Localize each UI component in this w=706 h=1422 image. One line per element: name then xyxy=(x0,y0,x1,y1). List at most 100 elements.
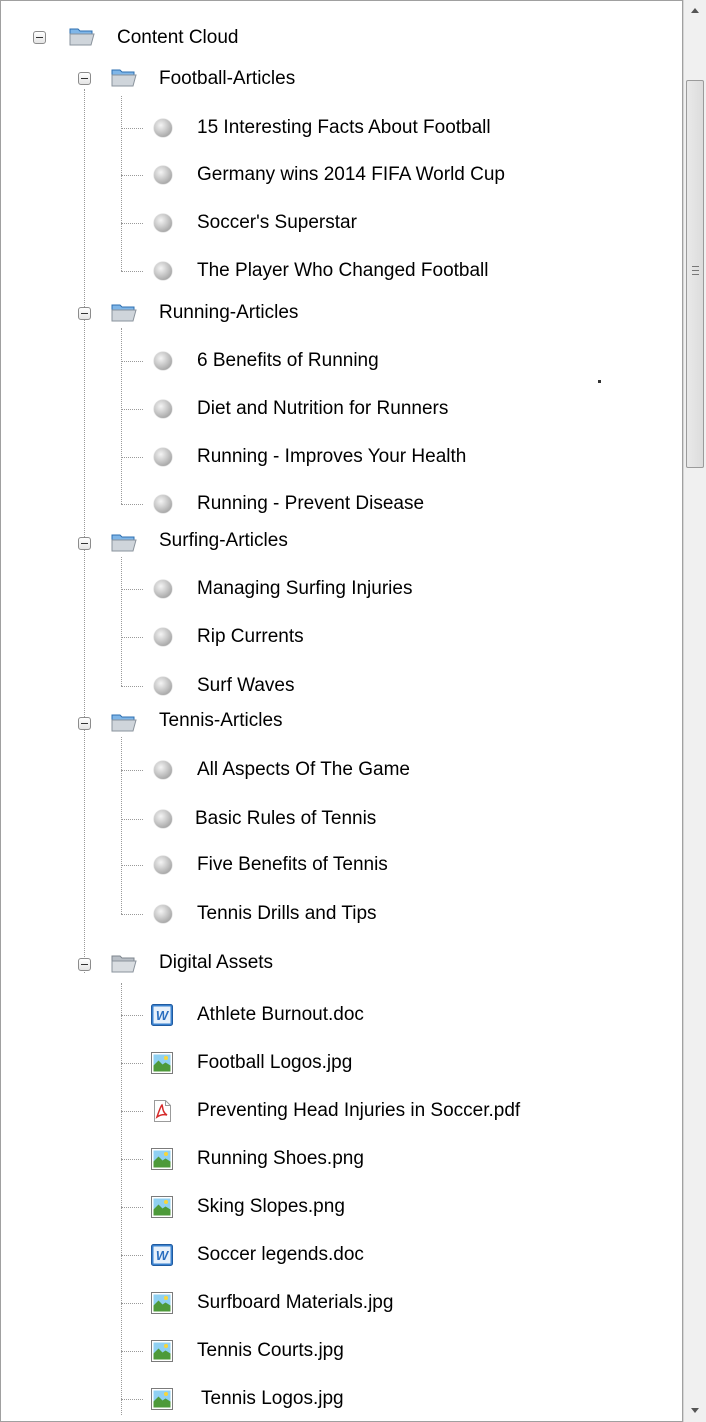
image-file-icon xyxy=(151,1148,173,1170)
asset-item[interactable]: Surfboard Materials.jpg xyxy=(197,1291,393,1315)
tree-connector xyxy=(121,770,143,771)
tree-connector xyxy=(121,1063,143,1064)
tree-node-label[interactable]: Surfing-Articles xyxy=(159,529,288,553)
tree-connector xyxy=(121,128,143,129)
asset-item[interactable]: Preventing Head Injuries in Soccer.pdf xyxy=(197,1099,520,1123)
open-folder-icon xyxy=(69,28,95,46)
article-item[interactable]: Five Benefits of Tennis xyxy=(197,853,388,877)
collapse-toggle[interactable] xyxy=(33,31,46,44)
asset-item[interactable]: Athlete Burnout.doc xyxy=(197,1003,364,1027)
article-bullet-icon xyxy=(154,400,172,418)
tree-connector xyxy=(84,89,85,973)
article-bullet-icon xyxy=(154,166,172,184)
tree-connector xyxy=(121,271,143,272)
open-folder-icon xyxy=(111,304,137,322)
collapse-toggle[interactable] xyxy=(78,958,91,971)
tree-connector xyxy=(121,409,143,410)
tree-connector xyxy=(121,1207,143,1208)
article-item[interactable]: Surf Waves xyxy=(197,674,295,698)
tree-connector xyxy=(121,589,143,590)
tree-connector xyxy=(121,686,143,687)
collapse-toggle[interactable] xyxy=(78,717,91,730)
article-item[interactable]: All Aspects Of The Game xyxy=(197,758,410,782)
article-item[interactable]: The Player Who Changed Football xyxy=(197,259,489,283)
article-bullet-icon xyxy=(154,761,172,779)
tree-node-label[interactable]: Running-Articles xyxy=(159,301,298,325)
article-bullet-icon xyxy=(154,677,172,695)
tree-connector xyxy=(121,1351,143,1352)
tree-connector xyxy=(121,328,122,504)
article-bullet-icon xyxy=(154,119,172,137)
scroll-up-arrow-icon[interactable] xyxy=(684,0,706,22)
tree-node-label[interactable]: Digital Assets xyxy=(159,951,273,975)
article-item[interactable]: Soccer's Superstar xyxy=(197,211,357,235)
open-folder-icon xyxy=(111,714,137,732)
article-bullet-icon xyxy=(154,905,172,923)
tree-connector xyxy=(121,1159,143,1160)
word-doc-icon: W xyxy=(151,1004,173,1026)
article-bullet-icon xyxy=(154,810,172,828)
tree-connector xyxy=(121,637,143,638)
article-bullet-icon xyxy=(154,262,172,280)
tree-connector xyxy=(121,457,143,458)
tree-connector xyxy=(121,96,122,271)
tree-connector xyxy=(121,361,143,362)
article-item[interactable]: Running - Improves Your Health xyxy=(197,445,466,469)
scroll-thumb[interactable] xyxy=(686,80,704,468)
grip-icon xyxy=(692,266,699,275)
article-bullet-icon xyxy=(154,448,172,466)
word-doc-icon: W xyxy=(151,1244,173,1266)
open-folder-icon xyxy=(111,955,137,973)
asset-item[interactable]: Football Logos.jpg xyxy=(197,1051,352,1075)
asset-item[interactable]: Sking Slopes.png xyxy=(197,1195,345,1219)
asset-item[interactable]: Tennis Logos.jpg xyxy=(201,1387,344,1411)
asset-item[interactable]: Soccer legends.doc xyxy=(197,1243,364,1267)
image-file-icon xyxy=(151,1388,173,1410)
asset-item[interactable]: Running Shoes.png xyxy=(197,1147,364,1171)
article-bullet-icon xyxy=(154,856,172,874)
open-folder-icon xyxy=(111,534,137,552)
tree-node-label[interactable]: Tennis-Articles xyxy=(159,709,283,733)
tree-node-label[interactable]: Football-Articles xyxy=(159,67,295,91)
tree-connector xyxy=(121,865,143,866)
tree-connector xyxy=(121,1255,143,1256)
tree-connector xyxy=(121,914,143,915)
tree-connector xyxy=(121,737,122,914)
tree-connector xyxy=(121,819,143,820)
tree-connector xyxy=(121,504,143,505)
tree-connector xyxy=(121,175,143,176)
image-file-icon xyxy=(151,1196,173,1218)
image-file-icon xyxy=(151,1292,173,1314)
stray-pixel xyxy=(598,380,601,383)
article-item[interactable]: 15 Interesting Facts About Football xyxy=(197,116,491,140)
svg-text:W: W xyxy=(156,1248,170,1263)
collapse-toggle[interactable] xyxy=(78,72,91,85)
image-file-icon xyxy=(151,1340,173,1362)
article-bullet-icon xyxy=(154,352,172,370)
article-item[interactable]: Basic Rules of Tennis xyxy=(195,807,376,831)
article-item[interactable]: Diet and Nutrition for Runners xyxy=(197,397,448,421)
article-item[interactable]: 6 Benefits of Running xyxy=(197,349,379,373)
article-bullet-icon xyxy=(154,628,172,646)
tree-connector xyxy=(121,1111,143,1112)
tree-node-label[interactable]: Content Cloud xyxy=(117,26,238,50)
scroll-down-arrow-icon[interactable] xyxy=(684,1400,706,1422)
article-item[interactable]: Running - Prevent Disease xyxy=(197,492,424,516)
article-item[interactable]: Rip Currents xyxy=(197,625,304,649)
article-item[interactable]: Tennis Drills and Tips xyxy=(197,902,377,926)
content-tree: Content Cloud Football-Articles 15 Inter… xyxy=(0,0,683,1422)
tree-connector xyxy=(121,1399,143,1400)
article-bullet-icon xyxy=(154,495,172,513)
article-item[interactable]: Managing Surfing Injuries xyxy=(197,577,412,601)
collapse-toggle[interactable] xyxy=(78,307,91,320)
tree-connector xyxy=(121,223,143,224)
vertical-scrollbar[interactable] xyxy=(683,0,706,1422)
collapse-toggle[interactable] xyxy=(78,537,91,550)
article-bullet-icon xyxy=(154,580,172,598)
asset-item[interactable]: Tennis Courts.jpg xyxy=(197,1339,344,1363)
pdf-icon xyxy=(154,1100,171,1122)
open-folder-icon xyxy=(111,69,137,87)
article-item[interactable]: Germany wins 2014 FIFA World Cup xyxy=(197,163,505,187)
tree-connector xyxy=(121,1015,143,1016)
image-file-icon xyxy=(151,1052,173,1074)
